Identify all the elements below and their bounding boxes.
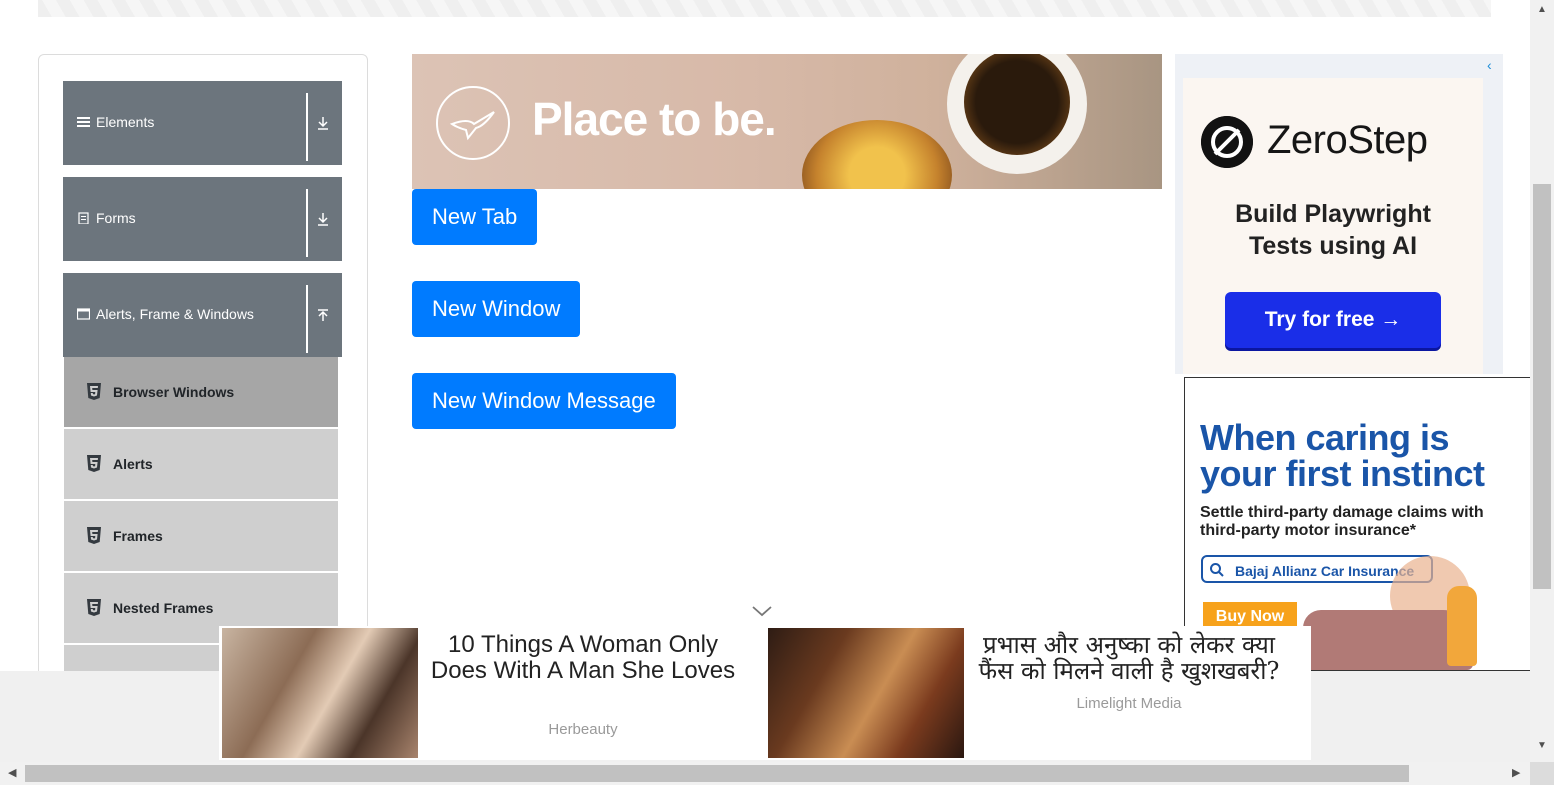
vertical-scrollbar[interactable]: ▲ ▼ xyxy=(1530,0,1554,762)
html5-icon xyxy=(87,383,101,400)
sidebar-group-label: Forms xyxy=(96,210,136,226)
html5-icon xyxy=(87,527,101,544)
crane-logo-icon xyxy=(436,86,510,160)
html5-icon xyxy=(87,455,101,472)
try-for-free-button[interactable]: Try for free → xyxy=(1225,292,1441,348)
horizontal-scroll-thumb[interactable] xyxy=(25,765,1409,782)
chevron-down-icon[interactable] xyxy=(751,604,773,618)
scroll-right-icon[interactable]: ▶ xyxy=(1512,766,1520,779)
sidebar-item-label: Alerts xyxy=(113,456,153,472)
bajaj-headline: When caring is your first instinct xyxy=(1200,420,1485,492)
divider xyxy=(306,285,308,353)
vertical-scroll-thumb[interactable] xyxy=(1533,184,1551,589)
sidebar-item-label: Frames xyxy=(113,528,163,544)
person-illustration xyxy=(1447,586,1477,666)
ad-thumbnail-movie[interactable] xyxy=(768,628,964,758)
zerostep-tagline-line1: Build Playwright xyxy=(1235,200,1431,228)
pastry-image xyxy=(802,120,952,189)
ad-thumbnail-couple[interactable] xyxy=(222,628,418,758)
sidebar-group-alerts-frame-windows[interactable]: Alerts, Frame & Windows xyxy=(63,273,342,357)
zerostep-ad[interactable]: ZeroStep Build Playwright Tests using AI… xyxy=(1183,78,1483,374)
scroll-left-icon[interactable]: ◀ xyxy=(8,766,16,779)
ad-headline[interactable]: प्रभास और अनुष्का को लेकर क्या फैंस को म… xyxy=(965,632,1293,684)
lufthansa-ad-banner[interactable]: Place to be. xyxy=(412,54,1162,189)
bajaj-headline-line1: When caring is xyxy=(1200,417,1450,458)
new-tab-button[interactable]: New Tab xyxy=(412,189,538,245)
zerostep-tagline-line2: Tests using AI xyxy=(1248,232,1418,260)
sidebar-item-label: Nested Frames xyxy=(113,600,214,616)
hamburger-icon xyxy=(77,117,90,127)
form-icon xyxy=(78,212,89,224)
window-icon xyxy=(77,308,90,320)
horizontal-scrollbar[interactable]: ◀ ▶ xyxy=(0,762,1530,785)
sidebar-item-frames[interactable]: Frames xyxy=(64,501,338,573)
sidebar-item-alerts[interactable]: Alerts xyxy=(64,429,338,501)
sidebar-item-label: Browser Windows xyxy=(113,384,235,400)
scrollbar-corner xyxy=(1530,762,1554,785)
scroll-down-icon[interactable]: ▼ xyxy=(1537,740,1547,751)
ad-source: Limelight Media xyxy=(1076,695,1182,712)
bajaj-subtext-line2: third-party motor insurance* xyxy=(1200,522,1417,539)
divider xyxy=(306,189,308,257)
download-icon[interactable] xyxy=(315,115,331,131)
ad-slogan: Place to be. xyxy=(532,93,777,145)
top-ad-strip xyxy=(38,0,1491,17)
bajaj-search-text: Bajaj Allianz Car Insurance xyxy=(1235,563,1415,579)
bajaj-subtext-line1: Settle third-party damage claims with xyxy=(1200,504,1484,521)
zerostep-tagline: Build Playwright Tests using AI xyxy=(1183,198,1483,262)
html5-icon xyxy=(87,599,101,616)
divider xyxy=(306,93,308,161)
bottom-native-ad: 10 Things A Woman Only Does With A Man S… xyxy=(219,626,1311,760)
upload-icon[interactable] xyxy=(315,307,331,323)
search-icon xyxy=(1210,563,1224,577)
scroll-up-icon[interactable]: ▲ xyxy=(1537,4,1547,15)
zerostep-logo-icon xyxy=(1201,116,1253,168)
new-window-button[interactable]: New Window xyxy=(412,281,581,337)
ad-choices-icon[interactable]: ‹ xyxy=(1487,57,1501,75)
download-icon[interactable] xyxy=(315,211,331,227)
zerostep-brand: ZeroStep xyxy=(1267,118,1428,162)
sidebar-group-label: Alerts, Frame & Windows xyxy=(96,306,254,322)
coffee-image xyxy=(964,54,1070,155)
ad-source: Herbeauty xyxy=(548,721,618,738)
ad-headline[interactable]: 10 Things A Woman Only Does With A Man S… xyxy=(419,632,747,684)
sidebar-group-label: Elements xyxy=(96,114,155,130)
left-sidebar: Elements Forms Alerts, Frame & Windows B… xyxy=(38,54,368,696)
new-window-message-button[interactable]: New Window Message xyxy=(412,373,676,429)
sidebar-group-elements[interactable]: Elements xyxy=(63,81,342,165)
sidebar-group-forms[interactable]: Forms xyxy=(63,177,342,261)
bajaj-headline-line2: your first instinct xyxy=(1200,453,1485,494)
bajaj-subtext: Settle third-party damage claims with th… xyxy=(1200,504,1484,540)
sidebar-item-browser-windows[interactable]: Browser Windows xyxy=(64,357,338,429)
